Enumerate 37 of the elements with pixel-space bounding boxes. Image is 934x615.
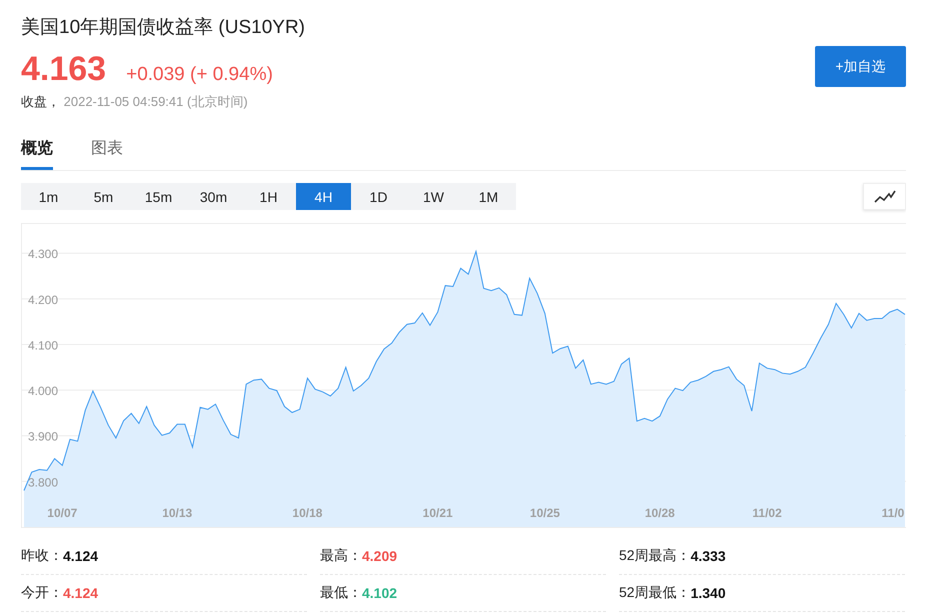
tab[interactable]: 概览 — [21, 137, 53, 170]
x-axis-label: 10/28 — [644, 506, 675, 520]
stat-label: 昨收： — [21, 547, 63, 565]
tab[interactable]: 图表 — [91, 137, 123, 170]
x-axis-label: 11/0 — [882, 506, 904, 520]
chart-type-button[interactable] — [863, 183, 906, 210]
line-chart-icon — [874, 190, 896, 204]
x-axis-label: 11/02 — [752, 506, 782, 520]
x-axis-label: 10/25 — [530, 506, 560, 520]
stat-value: 1.340 — [690, 585, 726, 601]
instrument-title: 美国10年期国债收益率 (US10YR) — [21, 16, 305, 40]
stat-value: 4.209 — [362, 548, 398, 564]
stat-label: 52周最低： — [619, 584, 691, 602]
y-axis-label: 4.200 — [28, 292, 58, 307]
stat-label: 最低： — [320, 584, 362, 602]
price-change: +0.039 (+ 0.94%) — [126, 64, 273, 86]
timestamp: 2022-11-05 04:59:41 (北京时间) — [64, 94, 248, 109]
stat-value: 4.102 — [362, 585, 398, 601]
y-axis-label: 4.100 — [28, 338, 58, 352]
stat-label: 今开： — [21, 584, 63, 602]
stat-label: 最高： — [320, 547, 362, 565]
x-axis-label: 10/13 — [162, 506, 192, 520]
y-axis-label: 3.900 — [28, 430, 58, 444]
stat-value: 4.333 — [690, 548, 726, 564]
market-status: 收盘， — [21, 94, 60, 109]
x-axis-label: 10/21 — [422, 506, 453, 520]
y-axis-label: 4.000 — [28, 384, 58, 398]
x-axis-label: 10/07 — [47, 506, 78, 520]
x-axis-label: 10/18 — [292, 506, 322, 520]
y-axis-label: 4.300 — [28, 247, 58, 262]
stat-value: 4.124 — [63, 585, 98, 601]
stat-value: 4.124 — [63, 548, 98, 564]
y-axis-label: 3.800 — [28, 475, 58, 490]
period-button[interactable]: 4H — [296, 183, 351, 210]
price: 4.163 — [21, 50, 106, 89]
add-watchlist-button[interactable]: +加自选 — [815, 46, 906, 87]
stat-label: 52周最高： — [619, 547, 691, 565]
